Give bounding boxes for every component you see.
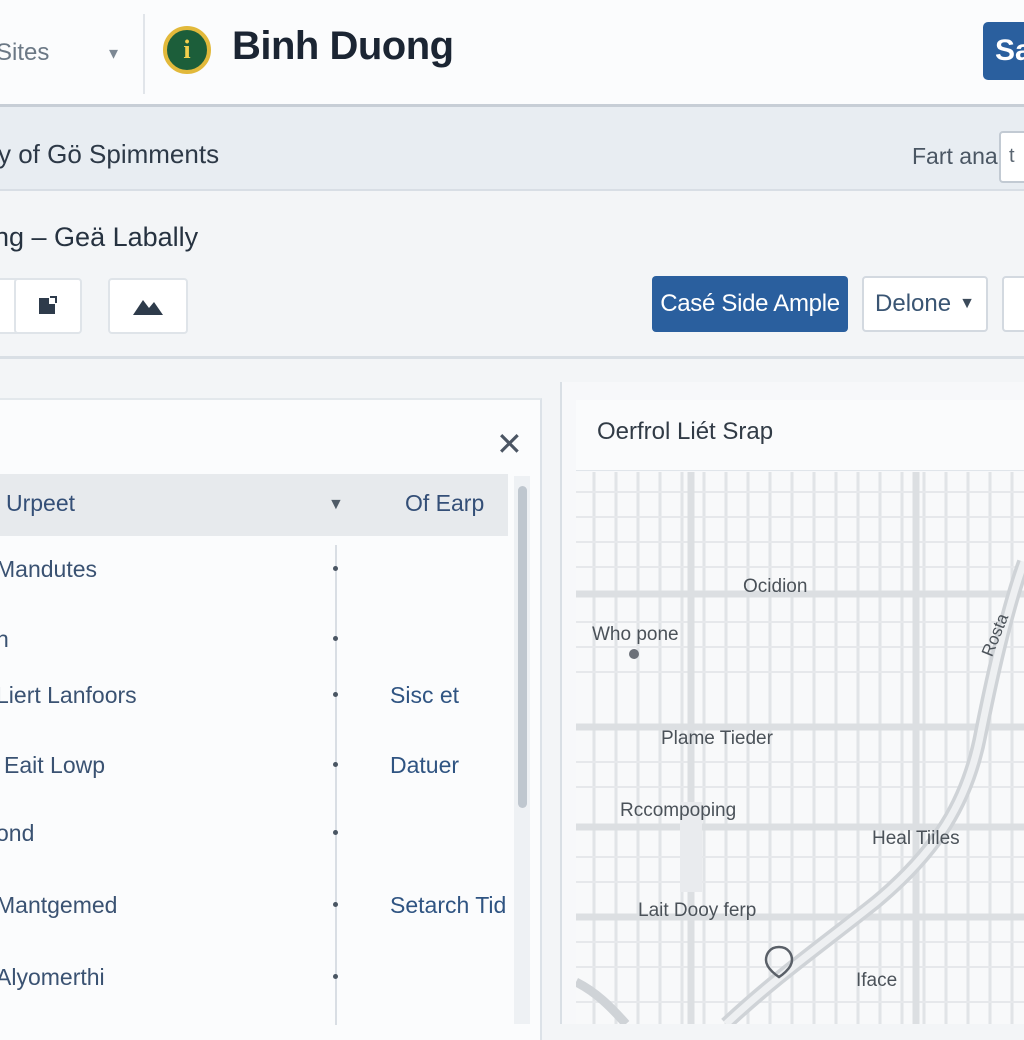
- case-slide-button[interactable]: Casé Side Ample: [652, 276, 848, 332]
- list-item-label: Eait Lowp: [4, 752, 106, 778]
- map-label: Ocidion: [743, 576, 808, 597]
- close-icon[interactable]: ✕: [496, 428, 523, 460]
- map-label: Heal Tiiles: [872, 828, 960, 849]
- bullet-icon: [333, 762, 338, 767]
- column-header-a: Urpeet: [6, 490, 76, 516]
- list-item-label: ond: [0, 820, 35, 846]
- list-item-label: n: [0, 626, 9, 652]
- header-action-button[interactable]: Sa: [983, 22, 1024, 80]
- bullet-icon: [333, 902, 338, 907]
- caret-down-icon: ▼: [959, 295, 975, 312]
- header-divider: [143, 14, 145, 94]
- map-label: Iface: [856, 970, 898, 991]
- chevron-down-icon: ▾: [108, 42, 118, 63]
- terrain-tool-button[interactable]: [108, 278, 188, 334]
- bullet-icon: [333, 566, 338, 571]
- breadcrumb: y of Gö Spimments: [0, 139, 220, 169]
- map-label: Rccompoping: [620, 800, 737, 821]
- list-item-value: Sisc et: [390, 682, 460, 708]
- page-title: ng – Geä Labally: [0, 222, 199, 252]
- brand-title: Binh Duong: [232, 24, 454, 68]
- list-item-value: Datuer: [390, 752, 460, 778]
- list-item-label: Mantgemed: [0, 892, 118, 918]
- sort-caret-icon[interactable]: ▼: [328, 496, 344, 514]
- document-icon: [39, 296, 57, 314]
- bullet-icon: [333, 636, 338, 641]
- map-label: Plame Tieder: [661, 728, 773, 749]
- list-item[interactable]: Mandutes: [0, 556, 508, 596]
- list-item-label: Liert Lanfoors: [0, 682, 137, 708]
- list-item-label: Alyomerthi: [0, 964, 105, 990]
- map-canvas[interactable]: Ocidion Who pone Plame Tieder Rccompopin…: [576, 472, 1024, 1024]
- scrollbar-thumb[interactable]: [518, 486, 527, 808]
- list-header-row[interactable]: Urpeet ▼ Of Earp: [0, 474, 508, 536]
- section-divider: [0, 356, 1024, 359]
- site-selector-label: Sites: [0, 39, 50, 66]
- map-label: Who pone: [592, 624, 679, 645]
- column-header-b: Of Earp: [405, 490, 485, 516]
- list-item[interactable]: Alyomerthi: [0, 964, 508, 1004]
- map-point-marker[interactable]: [629, 649, 639, 659]
- map-title: Oerfrol Liét Srap: [597, 418, 774, 445]
- more-button[interactable]: [1002, 276, 1024, 332]
- top-header: Sites ▾ i Binh Duong Sa: [0, 0, 1024, 107]
- list-item-value: Setarch Tid: [390, 892, 507, 918]
- filter-label: Fart anal: [912, 143, 1003, 169]
- breadcrumb-bar: y of Gö Spimments Fart anal t: [0, 107, 1024, 191]
- bullet-icon: [333, 692, 338, 697]
- document-tool-button[interactable]: [14, 278, 82, 334]
- mountain-icon: [133, 300, 163, 315]
- map-label: Lait Dooy ferp: [638, 900, 757, 921]
- list-item[interactable]: Mantgemed Setarch Tid: [0, 892, 508, 932]
- street-grid: [576, 472, 1024, 1024]
- list-item[interactable]: Liert Lanfoors Sisc et: [0, 682, 508, 722]
- delone-dropdown[interactable]: Delone ▼: [862, 276, 988, 332]
- dropdown-label: Delone: [875, 290, 952, 317]
- brand-logo: i: [163, 26, 211, 74]
- list-item-label: Mandutes: [0, 556, 98, 582]
- list-item[interactable]: n: [0, 626, 508, 666]
- bullet-icon: [333, 974, 338, 979]
- bullet-icon: [333, 830, 338, 835]
- list-item[interactable]: Eait Lowp Datuer: [0, 752, 508, 792]
- list-item[interactable]: ond: [0, 820, 508, 860]
- site-selector[interactable]: Sites ▾: [0, 22, 128, 84]
- filter-input[interactable]: t: [999, 131, 1024, 183]
